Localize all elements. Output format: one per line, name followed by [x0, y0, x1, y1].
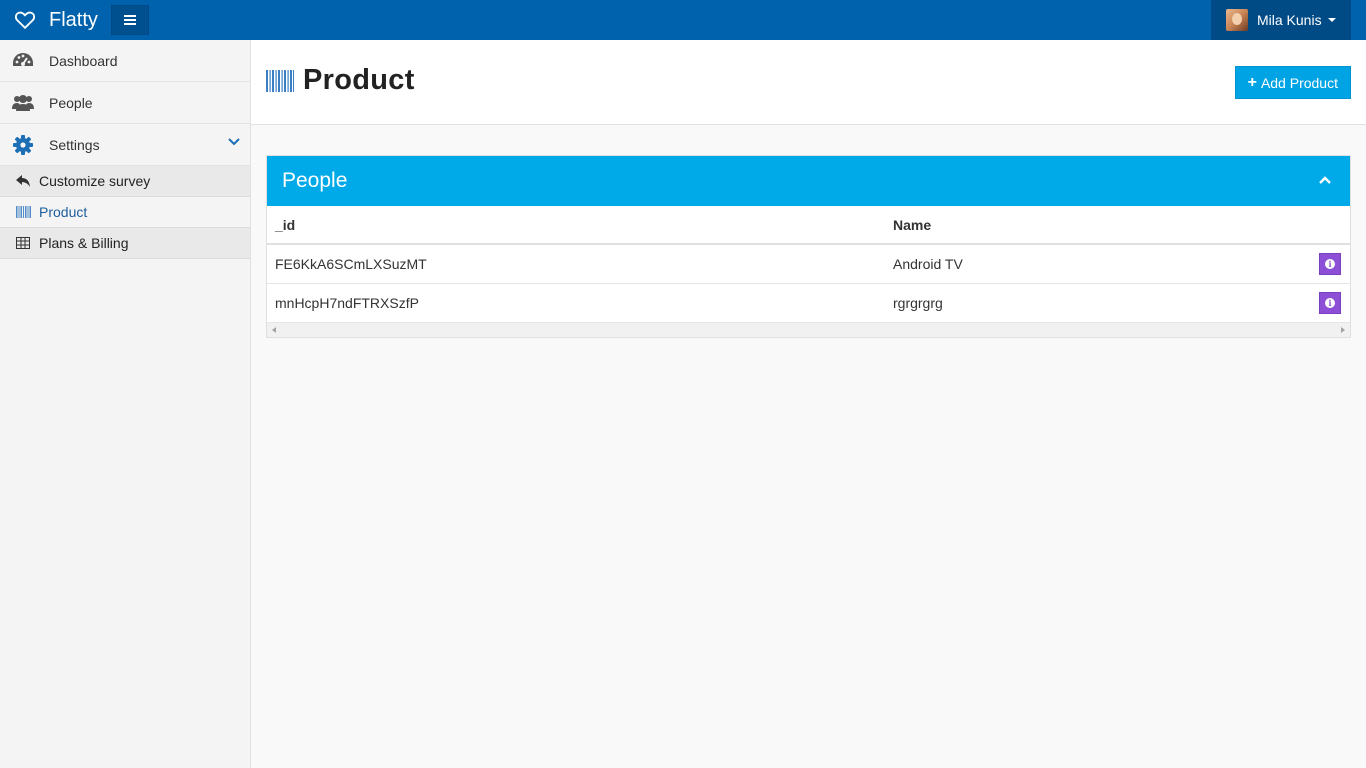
sidebar-item-dashboard[interactable]: Dashboard — [0, 40, 250, 82]
page-title-text: Product — [303, 64, 415, 96]
users-icon — [12, 93, 34, 113]
sidebar-subitem-label: Plans & Billing — [39, 235, 129, 251]
cell-name: Android TV — [885, 244, 1310, 284]
info-button[interactable]: i — [1319, 291, 1341, 314]
sidebar-subitem-label: Product — [39, 204, 88, 220]
sidebar-subitem-product[interactable]: Product — [0, 197, 250, 228]
sidebar-item-label: Dashboard — [49, 52, 118, 69]
barcode-icon — [15, 205, 31, 219]
page-title: Product — [266, 64, 415, 97]
cell-id: mnHcpH7ndFTRXSzfP — [267, 283, 885, 323]
info-icon: i — [1325, 297, 1335, 308]
info-button[interactable]: i — [1319, 252, 1341, 275]
cell-id: FE6KkA6SCmLXSuzMT — [267, 244, 885, 284]
scroll-right-icon[interactable] — [1341, 326, 1345, 333]
table-row: FE6KkA6SCmLXSuzMT Android TV i — [267, 244, 1350, 284]
cell-name: rgrgrgrg — [885, 283, 1310, 323]
table-icon — [15, 236, 31, 250]
sidebar-item-people[interactable]: People — [0, 82, 250, 124]
gear-icon — [12, 134, 34, 155]
sidebar-subitem-plans-billing[interactable]: Plans & Billing — [0, 228, 250, 259]
dashboard-icon — [12, 51, 34, 71]
panel-title: People — [282, 169, 348, 192]
sidebar-subitem-customize-survey[interactable]: Customize survey — [0, 166, 250, 197]
people-panel: People _id Name FE6KkA6SCmLXSuzMT Androi… — [266, 155, 1351, 338]
horizontal-scrollbar[interactable] — [267, 322, 1350, 337]
add-product-label: Add Product — [1260, 74, 1338, 91]
cell-actions: i — [1310, 283, 1350, 323]
table-header-row: _id Name — [267, 206, 1350, 245]
column-header-name[interactable]: Name — [885, 206, 1310, 245]
column-header-id[interactable]: _id — [267, 206, 885, 245]
people-table: _id Name FE6KkA6SCmLXSuzMT Android TV i … — [267, 206, 1350, 323]
page-header: Product + Add Product — [251, 40, 1366, 125]
chevron-down-icon — [228, 138, 240, 146]
menu-toggle-button[interactable] — [111, 5, 149, 35]
caret-down-icon — [1327, 18, 1336, 22]
barcode-icon — [266, 69, 294, 92]
heart-icon — [14, 11, 36, 30]
sidebar-subitem-label: Customize survey — [39, 173, 151, 189]
plus-icon: + — [1247, 73, 1257, 91]
scroll-left-icon[interactable] — [272, 326, 276, 333]
user-menu[interactable]: Mila Kunis — [1211, 0, 1351, 40]
panel-heading: People — [267, 156, 1350, 206]
reply-icon — [15, 174, 31, 188]
avatar — [1226, 9, 1248, 31]
brand[interactable]: Flatty — [14, 0, 98, 40]
sidebar-item-label: Settings — [49, 136, 100, 153]
cell-actions: i — [1310, 244, 1350, 284]
brand-name: Flatty — [49, 8, 98, 31]
top-navbar: Flatty Mila Kunis — [0, 0, 1366, 40]
table-row: mnHcpH7ndFTRXSzfP rgrgrgrg i — [267, 283, 1350, 323]
sidebar: Dashboard People Settings Customize surv… — [0, 40, 251, 768]
sidebar-item-label: People — [49, 94, 93, 111]
chevron-up-icon[interactable] — [1318, 173, 1332, 187]
add-product-button[interactable]: + Add Product — [1234, 66, 1351, 99]
user-name: Mila Kunis — [1257, 12, 1322, 28]
info-icon: i — [1325, 258, 1335, 269]
hamburger-icon — [124, 15, 136, 25]
column-header-actions — [1310, 206, 1350, 245]
sidebar-item-settings[interactable]: Settings — [0, 124, 250, 166]
